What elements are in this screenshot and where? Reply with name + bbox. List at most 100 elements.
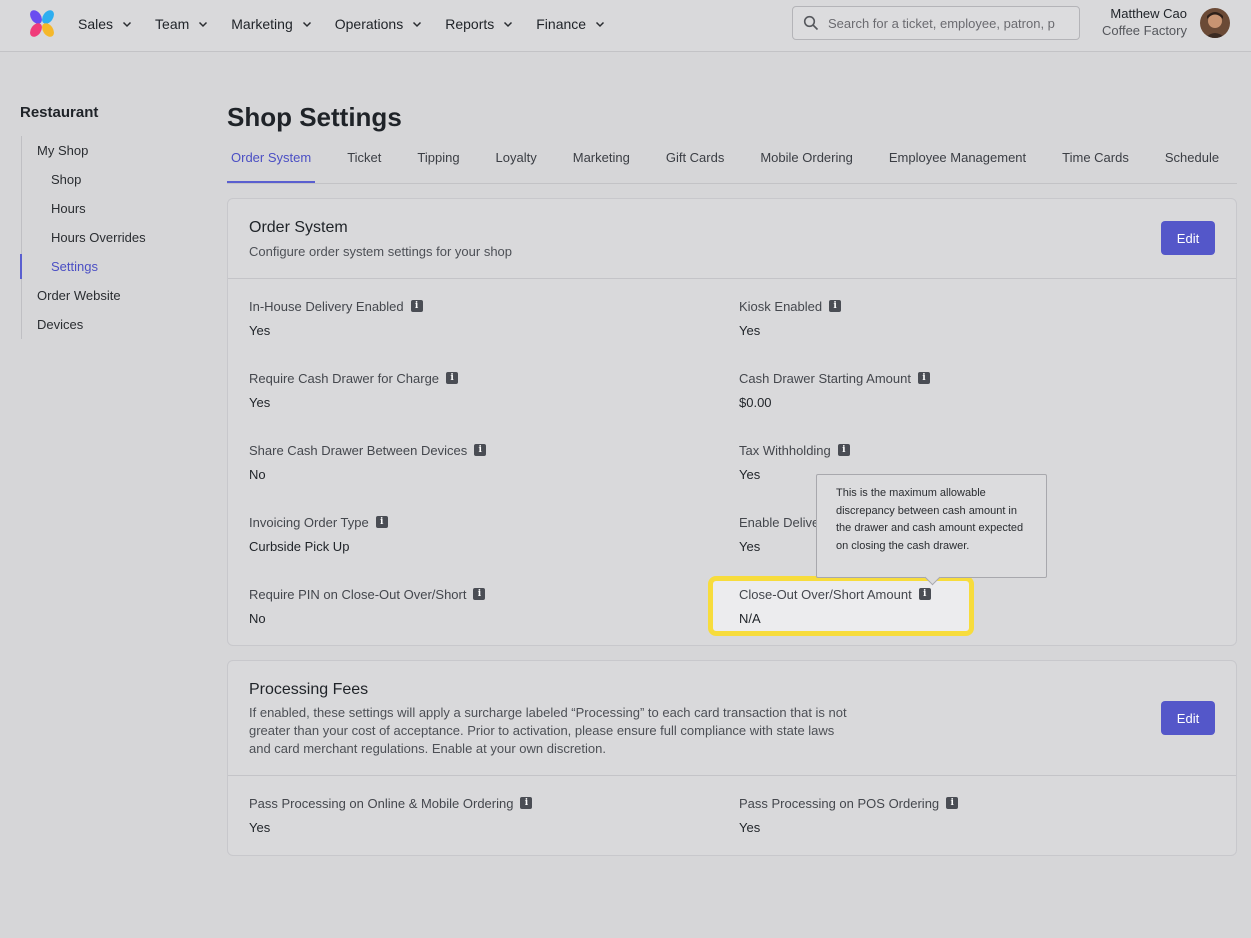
field-value: Yes — [249, 323, 271, 338]
tab-loyalty[interactable]: Loyalty — [492, 146, 541, 183]
tab-tipping[interactable]: Tipping — [413, 146, 463, 183]
chevron-down-icon — [504, 21, 513, 28]
search-icon — [803, 15, 819, 31]
tab-order-system[interactable]: Order System — [227, 146, 316, 183]
order-system-title: Order System — [249, 219, 348, 236]
nav-label: Reports — [445, 16, 495, 32]
field-value: $0.00 — [739, 395, 772, 410]
info-icon[interactable]: i — [474, 444, 487, 456]
main-nav: Sales Team Marketing Operations Reports … — [78, 0, 628, 48]
top-navbar: Sales Team Marketing Operations Reports … — [0, 0, 1251, 52]
field-value: No — [249, 611, 266, 626]
field-label: Require PIN on Close-Out Over/Short — [249, 586, 467, 602]
nav-operations[interactable]: Operations — [335, 16, 422, 32]
search-input[interactable] — [828, 15, 1058, 31]
field-label: Invoicing Order Type — [249, 514, 369, 530]
field-value: No — [249, 467, 266, 482]
field-in-house-delivery: In-House Delivery Enabled i Yes — [249, 298, 423, 338]
info-icon[interactable]: i — [520, 797, 533, 809]
field-value: N/A — [739, 611, 761, 626]
field-label: Require Cash Drawer for Charge — [249, 370, 440, 386]
info-icon[interactable]: i — [473, 588, 486, 600]
nav-label: Finance — [536, 16, 587, 32]
info-icon[interactable]: i — [918, 588, 931, 600]
sidebar-item-settings[interactable]: Settings — [20, 252, 200, 281]
order-system-edit-button[interactable]: Edit — [1161, 221, 1215, 255]
settings-tabs: Order System Ticket Tipping Loyalty Mark… — [227, 146, 1237, 184]
field-invoicing-order-type: Invoicing Order Type i Curbside Pick Up — [249, 514, 388, 554]
tab-marketing[interactable]: Marketing — [569, 146, 634, 183]
nav-team[interactable]: Team — [155, 16, 208, 32]
chevron-down-icon — [302, 21, 311, 28]
sidebar-tree: My Shop Shop Hours Hours Overrides Setti… — [20, 136, 200, 339]
tab-employee-management[interactable]: Employee Management — [885, 146, 1030, 183]
sidebar-item-hours-overrides[interactable]: Hours Overrides — [22, 223, 200, 252]
order-system-header: Order System Configure order system sett… — [228, 199, 1236, 279]
nav-label: Operations — [334, 16, 404, 32]
chevron-down-icon — [596, 21, 605, 28]
user-name: Matthew Cao — [1110, 6, 1187, 21]
field-share-cash-drawer: Share Cash Drawer Between Devices i No — [249, 442, 487, 482]
processing-fees-subtitle: If enabled, these settings will apply a … — [249, 705, 847, 756]
field-label: Tax Withholding — [739, 442, 831, 458]
sidebar-item-hours[interactable]: Hours — [22, 194, 200, 223]
field-value: Curbside Pick Up — [249, 539, 350, 554]
nav-marketing[interactable]: Marketing — [231, 16, 311, 32]
info-icon[interactable]: i — [446, 372, 459, 384]
info-icon[interactable]: i — [375, 516, 388, 528]
sidebar-item-order-website[interactable]: Order Website — [22, 281, 200, 310]
info-icon[interactable]: i — [946, 797, 959, 809]
sidebar-item-my-shop[interactable]: My Shop — [22, 136, 200, 165]
nav-sales[interactable]: Sales — [78, 16, 132, 32]
field-require-cash-drawer: Require Cash Drawer for Charge i Yes — [249, 370, 459, 410]
sidebar-item-shop[interactable]: Shop — [22, 165, 200, 194]
field-value: Yes — [739, 323, 761, 338]
chevron-down-icon — [199, 21, 208, 28]
nav-label: Sales — [78, 16, 114, 32]
field-label: Close-Out Over/Short Amount — [739, 586, 912, 602]
field-close-out-amount: Close-Out Over/Short Amount i N/A — [739, 586, 931, 626]
tab-mobile-ordering[interactable]: Mobile Ordering — [756, 146, 857, 183]
tab-time-cards[interactable]: Time Cards — [1058, 146, 1133, 183]
sidebar-title: Restaurant — [20, 104, 99, 121]
field-cash-drawer-start: Cash Drawer Starting Amount i $0.00 — [739, 370, 930, 410]
field-require-pin: Require PIN on Close-Out Over/Short i No — [249, 586, 486, 626]
order-system-subtitle: Configure order system settings for your… — [249, 244, 513, 259]
nav-label: Marketing — [231, 16, 293, 32]
field-enable-delivery: Enable Delive Yes — [739, 514, 820, 555]
info-icon[interactable]: i — [829, 300, 842, 312]
field-value: Yes — [739, 539, 761, 554]
avatar[interactable] — [1200, 8, 1230, 38]
chevron-down-icon — [413, 21, 422, 28]
nav-finance[interactable]: Finance — [536, 16, 605, 32]
field-label: Enable Delive — [739, 514, 820, 530]
info-icon[interactable]: i — [837, 444, 850, 456]
tab-ticket[interactable]: Ticket — [343, 146, 385, 183]
field-label: In-House Delivery Enabled — [249, 298, 404, 314]
info-icon[interactable]: i — [917, 372, 930, 384]
user-info[interactable]: Matthew Cao Coffee Factory — [1102, 6, 1187, 40]
processing-fees-edit-button[interactable]: Edit — [1161, 701, 1215, 735]
tab-gift-cards[interactable]: Gift Cards — [662, 146, 729, 183]
field-label: Cash Drawer Starting Amount — [739, 370, 911, 386]
field-pass-processing-pos: Pass Processing on POS Ordering i Yes — [739, 795, 959, 835]
sidebar: Restaurant My Shop Shop Hours Hours Over… — [20, 104, 200, 339]
field-label: Pass Processing on POS Ordering — [739, 795, 940, 811]
chevron-down-icon — [123, 21, 132, 28]
field-value: Yes — [249, 820, 271, 835]
global-search[interactable] — [792, 6, 1080, 40]
nav-label: Team — [155, 16, 190, 32]
user-company: Coffee Factory — [1101, 23, 1187, 38]
sidebar-item-devices[interactable]: Devices — [22, 310, 200, 339]
field-kiosk: Kiosk Enabled i Yes — [739, 298, 842, 338]
nav-reports[interactable]: Reports — [445, 16, 513, 32]
info-tooltip: This is the maximum allowable discrepanc… — [816, 474, 1047, 578]
field-label: Pass Processing on Online & Mobile Order… — [249, 795, 514, 811]
processing-fees-title: Processing Fees — [249, 681, 369, 698]
info-icon[interactable]: i — [410, 300, 423, 312]
tab-schedule[interactable]: Schedule — [1161, 146, 1223, 183]
field-label: Kiosk Enabled — [739, 298, 823, 314]
app-logo-icon[interactable] — [26, 8, 58, 40]
field-value: Yes — [249, 395, 271, 410]
processing-fees-header: Processing Fees If enabled, these settin… — [228, 661, 1236, 776]
